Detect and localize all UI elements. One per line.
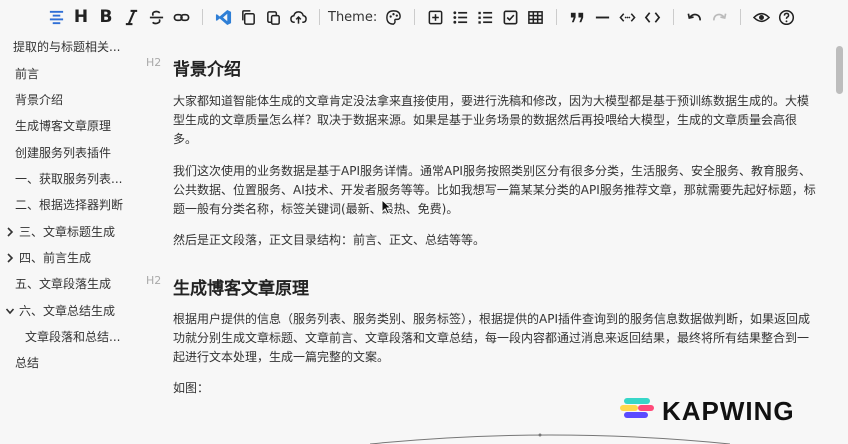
inline-code-icon[interactable]: [615, 5, 639, 29]
toc-item[interactable]: 四、前言生成: [19, 249, 91, 267]
theme-label: Theme:: [328, 9, 378, 25]
toolbar-divider: [319, 9, 320, 25]
bullet-list-icon[interactable]: [448, 5, 472, 29]
heading-button[interactable]: H: [69, 5, 93, 29]
toc-item[interactable]: 提取的与标题相关...: [13, 38, 120, 56]
toc-item[interactable]: 创建服务列表插件: [15, 144, 111, 162]
paragraph: 根据用户提供的信息（服务列表、服务类别、服务标签），根据提供的API插件查询到的…: [173, 312, 810, 364]
help-icon[interactable]: [774, 5, 798, 29]
toolbar-divider: [414, 9, 416, 25]
strikethrough-icon[interactable]: [144, 5, 168, 29]
horizontal-rule-icon[interactable]: [590, 5, 614, 29]
toolbar-divider: [740, 9, 742, 25]
section-heading: 生成博客文章原理: [173, 279, 309, 299]
toc-item[interactable]: 生成博客文章原理: [15, 117, 111, 135]
toc-item[interactable]: 文章段落和总结...: [25, 328, 120, 346]
quote-icon[interactable]: [565, 5, 589, 29]
chevron-down-icon[interactable]: [5, 302, 15, 320]
add-box-icon[interactable]: [423, 5, 447, 29]
code-block-icon[interactable]: [640, 5, 664, 29]
toc-icon[interactable]: [44, 5, 68, 29]
vscode-icon[interactable]: [211, 5, 235, 29]
numbered-list-icon[interactable]: [473, 5, 497, 29]
toc-item[interactable]: 六、文章总结生成: [19, 302, 115, 320]
paragraph: 大家都知道智能体生成的文章肯定没法拿来直接使用，要进行洗稿和修改，因为大模型都是…: [173, 94, 810, 146]
toc-item[interactable]: 总结: [15, 354, 39, 372]
kapwing-text: KAPWING: [662, 395, 795, 426]
kapwing-logo-icon: [620, 398, 654, 424]
toolbar-divider: [673, 9, 675, 25]
toc-item[interactable]: 二、根据选择器判断: [15, 196, 123, 214]
chevron-right-icon[interactable]: [5, 249, 15, 267]
toc-item[interactable]: 前言: [15, 65, 39, 83]
copy-icon[interactable]: [236, 5, 260, 29]
toolbar: H B Theme:: [0, 0, 848, 34]
mouse-cursor-icon: [381, 199, 392, 215]
bold-button[interactable]: B: [94, 5, 118, 29]
outline-sidebar: 提取的与标题相关... 前言 背景介绍 生成博客文章原理 创建服务列表插件 一、…: [0, 34, 130, 444]
section-heading: 背景介绍: [173, 60, 241, 80]
toc-item[interactable]: 一、获取服务列表...: [15, 170, 122, 188]
toc-item[interactable]: 三、文章标题生成: [19, 223, 115, 241]
paste-icon[interactable]: [261, 5, 285, 29]
undo-icon[interactable]: [682, 5, 706, 29]
h2-marker: H2: [146, 274, 162, 287]
checkbox-icon[interactable]: [498, 5, 522, 29]
diagram-edge-curve: [370, 433, 730, 444]
theme-palette-icon[interactable]: [381, 5, 405, 29]
upload-cloud-icon[interactable]: [286, 5, 310, 29]
italic-icon[interactable]: [119, 5, 143, 29]
redo-icon[interactable]: [707, 5, 731, 29]
paragraph: 我们这次使用的业务数据是基于API服务详情。通常API服务按照类别区分有很多分类…: [173, 164, 816, 216]
h2-marker: H2: [146, 56, 162, 69]
kapwing-watermark: KAPWING: [620, 396, 795, 426]
preview-eye-icon[interactable]: [749, 5, 773, 29]
scrollbar-thumb[interactable]: [836, 46, 843, 94]
chevron-right-icon[interactable]: [5, 223, 15, 241]
toolbar-divider: [202, 9, 203, 25]
table-icon[interactable]: [523, 5, 547, 29]
editor-content[interactable]: H2 背景介绍 大家都知道智能体生成的文章肯定没法拿来直接使用，要进行洗稿和修改…: [140, 34, 830, 444]
toolbar-divider: [556, 9, 558, 25]
toc-item[interactable]: 五、文章段落生成: [15, 275, 111, 293]
link-icon[interactable]: [169, 5, 193, 29]
toc-item[interactable]: 背景介绍: [15, 91, 63, 109]
paragraph: 然后是正文段落，正文目录结构：前言、正文、总结等等。: [173, 233, 486, 247]
